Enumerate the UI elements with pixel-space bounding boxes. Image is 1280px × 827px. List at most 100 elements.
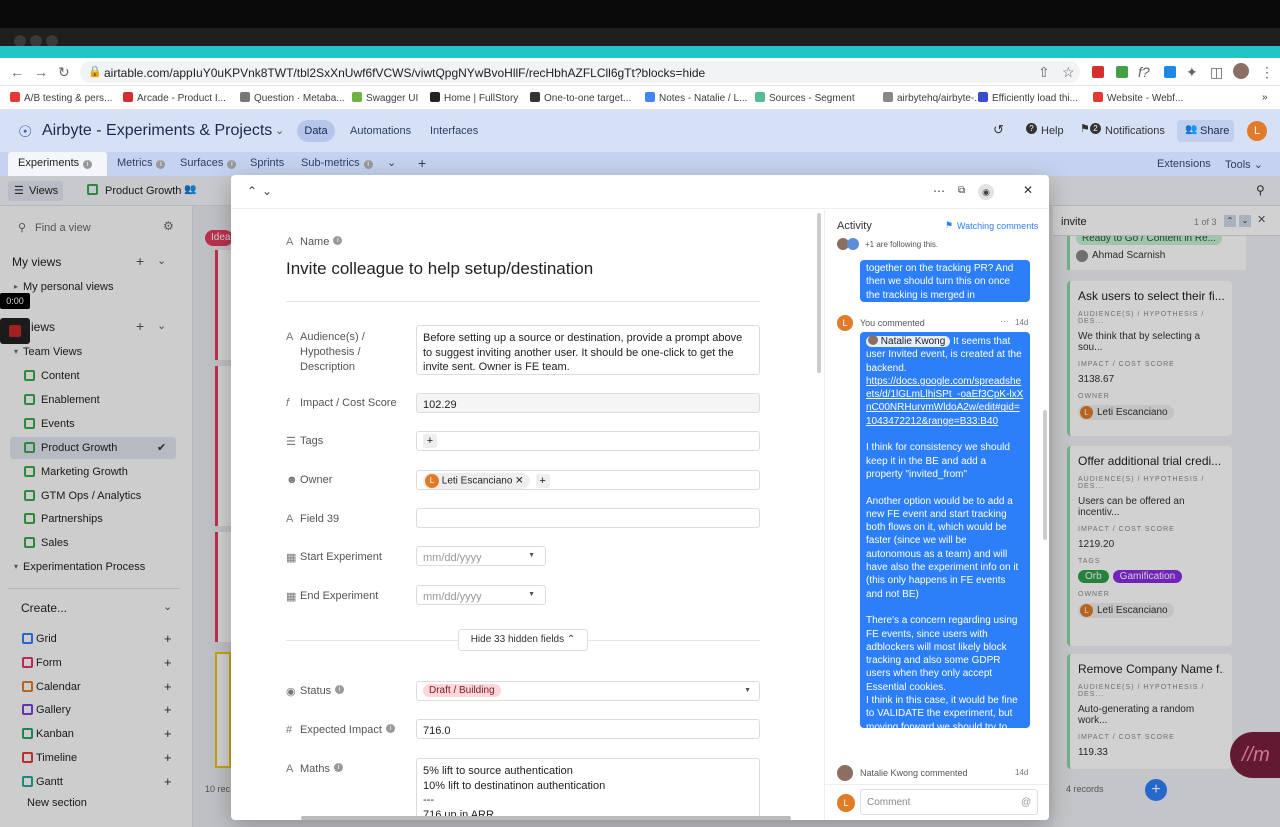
bookmark-7[interactable]: Sources - Segment	[755, 92, 855, 104]
mention-name: Natalie Kwong	[880, 336, 946, 347]
lock-icon: 🔒	[88, 66, 102, 78]
reload-icon[interactable]: ↻	[58, 64, 70, 81]
user-avatar[interactable]: L	[1247, 121, 1267, 141]
bookmark-2[interactable]: Question · Metaba...	[240, 92, 345, 104]
add-tag-icon[interactable]: +	[423, 434, 437, 448]
extension-icon[interactable]	[1116, 66, 1128, 78]
share-page-icon[interactable]: ⇧	[1038, 64, 1050, 81]
watching-comments-link[interactable]: Watching comments	[957, 221, 1038, 231]
puzzle-icon[interactable]: ✦	[1186, 64, 1198, 81]
extension-icon[interactable]	[1092, 66, 1104, 78]
horizontal-scrollbar[interactable]	[301, 816, 791, 820]
audience-field[interactable]: Before setting up a source or destinatio…	[416, 325, 760, 375]
history-icon[interactable]: ↺	[993, 122, 1004, 138]
tab-metrics[interactable]: Metrics i	[117, 157, 166, 169]
tools-button[interactable]: Tools ⌄	[1225, 158, 1263, 171]
scrollbar[interactable]	[817, 213, 821, 373]
bookmark-label: Website - Webf...	[1107, 93, 1184, 104]
info-icon[interactable]: i	[156, 160, 166, 169]
bell-icon: ⚑	[945, 220, 954, 230]
comment-text: I think in this case, it would be fine t…	[866, 695, 1018, 728]
help-link[interactable]: Help	[1041, 125, 1064, 137]
info-icon[interactable]: i	[333, 763, 343, 772]
comment-link[interactable]: https://docs.google.com/spreadsheets/d/1…	[866, 376, 1023, 427]
expected-field[interactable]: 716.0	[416, 719, 760, 739]
status-field[interactable]: Draft / Building ▼	[416, 681, 760, 701]
tab-label: Metrics	[117, 157, 153, 169]
bookmark-favicon-icon	[645, 92, 655, 102]
mention-icon[interactable]: @	[1021, 797, 1031, 808]
tab-experiments[interactable]: Experiments i	[18, 157, 93, 169]
next-record-icon[interactable]: ⌄	[262, 184, 272, 198]
comment-age: 14d	[1015, 768, 1029, 777]
extension-icon[interactable]	[1164, 66, 1176, 78]
nav-automations[interactable]: Automations	[350, 125, 411, 137]
scrollbar[interactable]	[1043, 410, 1047, 540]
back-icon[interactable]: ←	[10, 64, 24, 80]
bookmark-3[interactable]: Swagger UI	[352, 92, 418, 104]
notifications-link[interactable]: Notifications	[1105, 125, 1165, 137]
start-date-field[interactable]: mm/dd/yyyy ▼	[416, 546, 546, 566]
sidepanel-icon[interactable]: ◫	[1210, 64, 1223, 81]
bookmark-8[interactable]: airbytehq/airbyte-...	[883, 92, 983, 104]
bookmark-0[interactable]: A/B testing & pers...	[10, 92, 112, 104]
chevron-down-icon[interactable]: ⌄	[275, 124, 284, 137]
tab-sprints[interactable]: Sprints	[250, 157, 284, 169]
profile-avatar[interactable]	[1233, 63, 1249, 79]
caret-down-icon: ▼	[528, 552, 535, 559]
info-icon[interactable]: i	[333, 236, 343, 245]
tags-field[interactable]: +	[416, 431, 760, 451]
bookmark-6[interactable]: Notes - Natalie / L...	[645, 92, 747, 104]
bookmark-5[interactable]: One-to-one target...	[530, 92, 631, 104]
nav-interfaces[interactable]: Interfaces	[430, 125, 478, 137]
copy-link-icon[interactable]: ⧉	[958, 185, 965, 196]
bookmark-10[interactable]: Website - Webf...	[1093, 92, 1183, 104]
record-name[interactable]: Invite colleague to help setup/destinati…	[286, 259, 593, 279]
mention-chip[interactable]: Natalie Kwong	[866, 335, 951, 347]
more-bookmarks-icon[interactable]: »	[1262, 92, 1268, 103]
comments-toggle-icon[interactable]: ◉	[978, 184, 994, 200]
add-owner-icon[interactable]: +	[535, 473, 550, 488]
bell-icon[interactable]: ⚑	[1080, 122, 1090, 135]
share-button[interactable]: 👥 Share	[1177, 120, 1234, 142]
remove-icon[interactable]: ✕	[515, 476, 523, 487]
more-options-icon[interactable]: ⋯	[933, 184, 945, 198]
info-icon[interactable]: i	[363, 160, 373, 169]
tab-surfaces[interactable]: Surfaces i	[180, 157, 237, 169]
info-icon[interactable]: i	[385, 724, 395, 733]
comment-input[interactable]: Comment @	[860, 789, 1038, 815]
start-label: Start Experiment	[300, 551, 382, 563]
nav-data[interactable]: Data	[297, 120, 335, 142]
end-date-field[interactable]: mm/dd/yyyy ▼	[416, 585, 546, 605]
hide-fields-button[interactable]: Hide 33 hidden fields ⌃	[458, 629, 588, 651]
bookmark-9[interactable]: Efficiently load thi...	[978, 92, 1078, 104]
close-icon[interactable]: ✕	[1023, 183, 1033, 197]
field39-field[interactable]	[416, 508, 760, 528]
owner-label: Owner	[300, 474, 333, 486]
tab-label: Sub-metrics	[301, 157, 360, 169]
extensions-button[interactable]: Extensions	[1157, 158, 1211, 170]
formula-extension-icon[interactable]: f?	[1138, 64, 1150, 80]
help-icon[interactable]: ?	[1026, 123, 1037, 134]
tab-label: Experiments	[18, 157, 80, 169]
chevron-down-icon[interactable]: ⌄	[387, 156, 396, 169]
prev-record-icon[interactable]: ⌃	[247, 184, 257, 198]
owner-field-label: ☻ Owner	[286, 474, 332, 486]
info-icon[interactable]: i	[335, 685, 345, 694]
owner-field[interactable]: L Leti Escanciano ✕ +	[416, 470, 760, 490]
forward-icon[interactable]: →	[34, 64, 48, 80]
bookmark-1[interactable]: Arcade - Product I...	[123, 92, 226, 104]
info-icon[interactable]: i	[83, 160, 93, 169]
more-options-icon[interactable]: ⋯	[1000, 316, 1009, 327]
owner-chip[interactable]: L Leti Escanciano ✕	[423, 473, 530, 489]
bookmark-4[interactable]: Home | FullStory	[430, 92, 518, 104]
bookmarks-bar: A/B testing & pers... Arcade - Product I.…	[0, 86, 1280, 110]
add-table-icon[interactable]: +	[418, 155, 426, 171]
tab-sub-metrics[interactable]: Sub-metrics i	[301, 157, 373, 169]
bookmark-star-icon[interactable]: ☆	[1062, 64, 1075, 81]
bookmark-favicon-icon	[883, 92, 893, 102]
maths-field[interactable]: 5% lift to source authentication 10% lift…	[416, 758, 760, 820]
base-title[interactable]: Airbyte - Experiments & Projects	[42, 122, 272, 140]
menu-kebab-icon[interactable]: ⋮	[1260, 64, 1274, 81]
info-icon[interactable]: i	[227, 160, 237, 169]
